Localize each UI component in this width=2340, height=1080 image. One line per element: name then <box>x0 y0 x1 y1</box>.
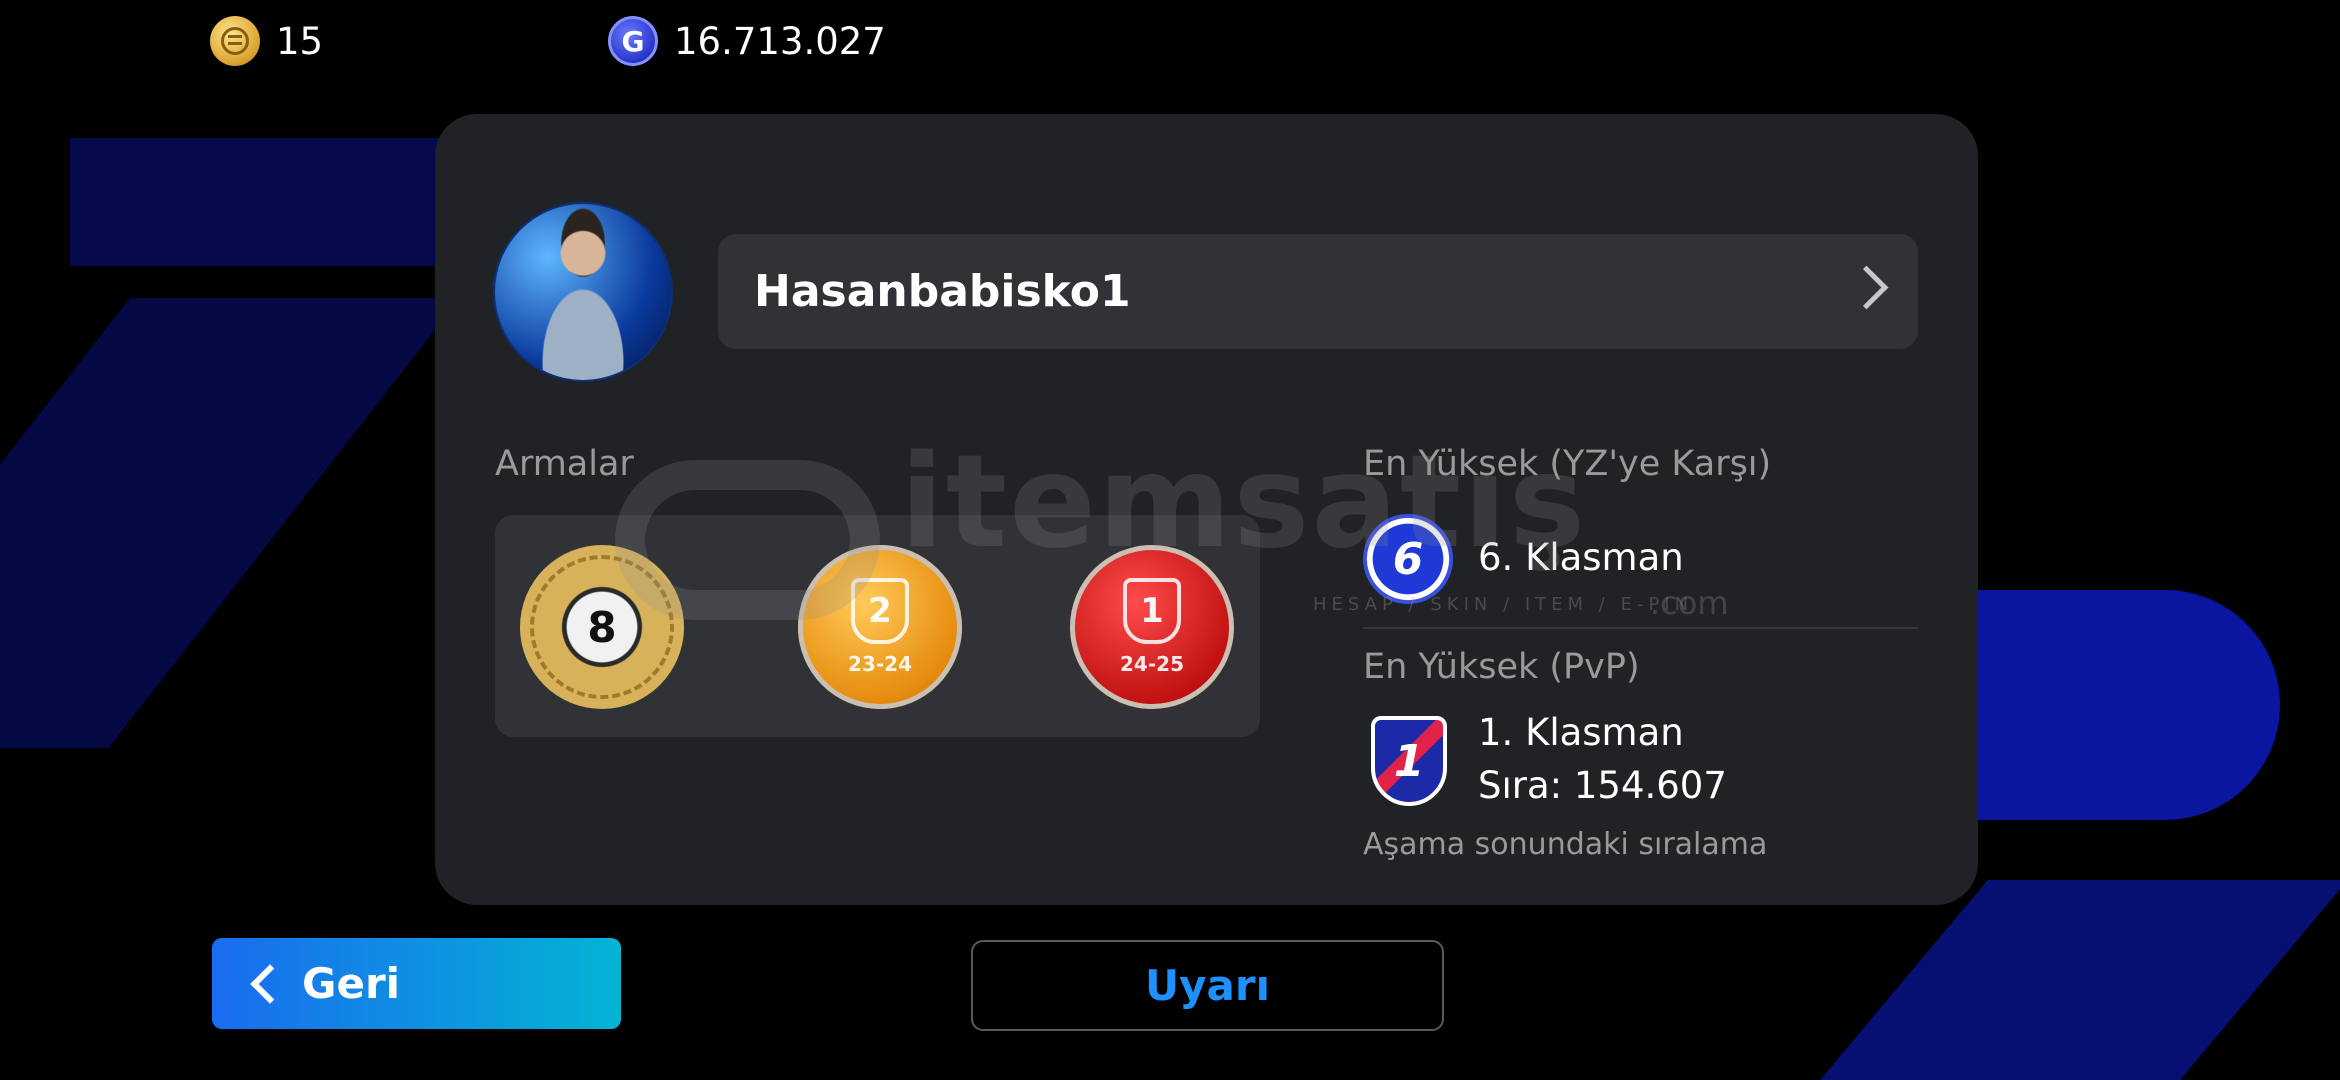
player-name: Hasanbabisko1 <box>754 266 1131 317</box>
highest-pvp-label: En Yüksek (PvP) <box>1363 647 1640 687</box>
shield-icon: 1 <box>1123 578 1181 644</box>
background-stripe <box>1820 880 2340 1080</box>
coins-counter: 15 <box>210 16 323 66</box>
season-badge[interactable]: 2 23-24 <box>798 545 962 709</box>
gp-value: 16.713.027 <box>674 19 886 63</box>
highest-ai-label: En Yüksek (YZ'ye Karşı) <box>1363 444 1772 484</box>
back-button[interactable]: Geri <box>212 938 621 1029</box>
division-icon: 1 <box>1371 716 1447 806</box>
badges-label: Armalar <box>495 444 634 484</box>
profile-panel: Hasanbabisko1 Armalar 8 2 23-24 1 24-25 … <box>435 114 1978 905</box>
warn-button[interactable]: Uyarı <box>971 940 1444 1031</box>
division-icon: 6 <box>1363 514 1453 604</box>
ai-division: 6. Klasman <box>1478 536 1684 579</box>
season-label: 23-24 <box>848 652 912 676</box>
background-stripe <box>70 138 490 266</box>
warn-button-label: Uyarı <box>1145 961 1270 1010</box>
player-name-row[interactable]: Hasanbabisko1 <box>718 234 1918 349</box>
season-badge[interactable]: 1 24-25 <box>1070 545 1234 709</box>
pvp-note: Aşama sonundaki sıralama <box>1363 827 1768 862</box>
coins-value: 15 <box>276 19 324 63</box>
badges-box[interactable]: 8 2 23-24 1 24-25 <box>495 515 1260 737</box>
pvp-position: Sıra: 154.607 <box>1478 764 1727 807</box>
avatar[interactable] <box>495 204 671 380</box>
background-stripe <box>0 298 461 748</box>
gp-icon: G <box>608 16 658 66</box>
anniversary-badge[interactable]: 8 <box>520 545 684 709</box>
chevron-right-icon <box>1844 265 1889 310</box>
season-label: 24-25 <box>1120 652 1184 676</box>
pvp-division: 1. Klasman <box>1478 711 1684 754</box>
coin-icon <box>210 16 260 66</box>
gp-counter: G 16.713.027 <box>608 16 886 66</box>
shield-icon: 2 <box>851 578 909 644</box>
anniversary-number: 8 <box>587 602 617 652</box>
divider <box>1363 627 1918 629</box>
chevron-left-icon <box>250 963 290 1004</box>
back-button-label: Geri <box>302 959 401 1008</box>
